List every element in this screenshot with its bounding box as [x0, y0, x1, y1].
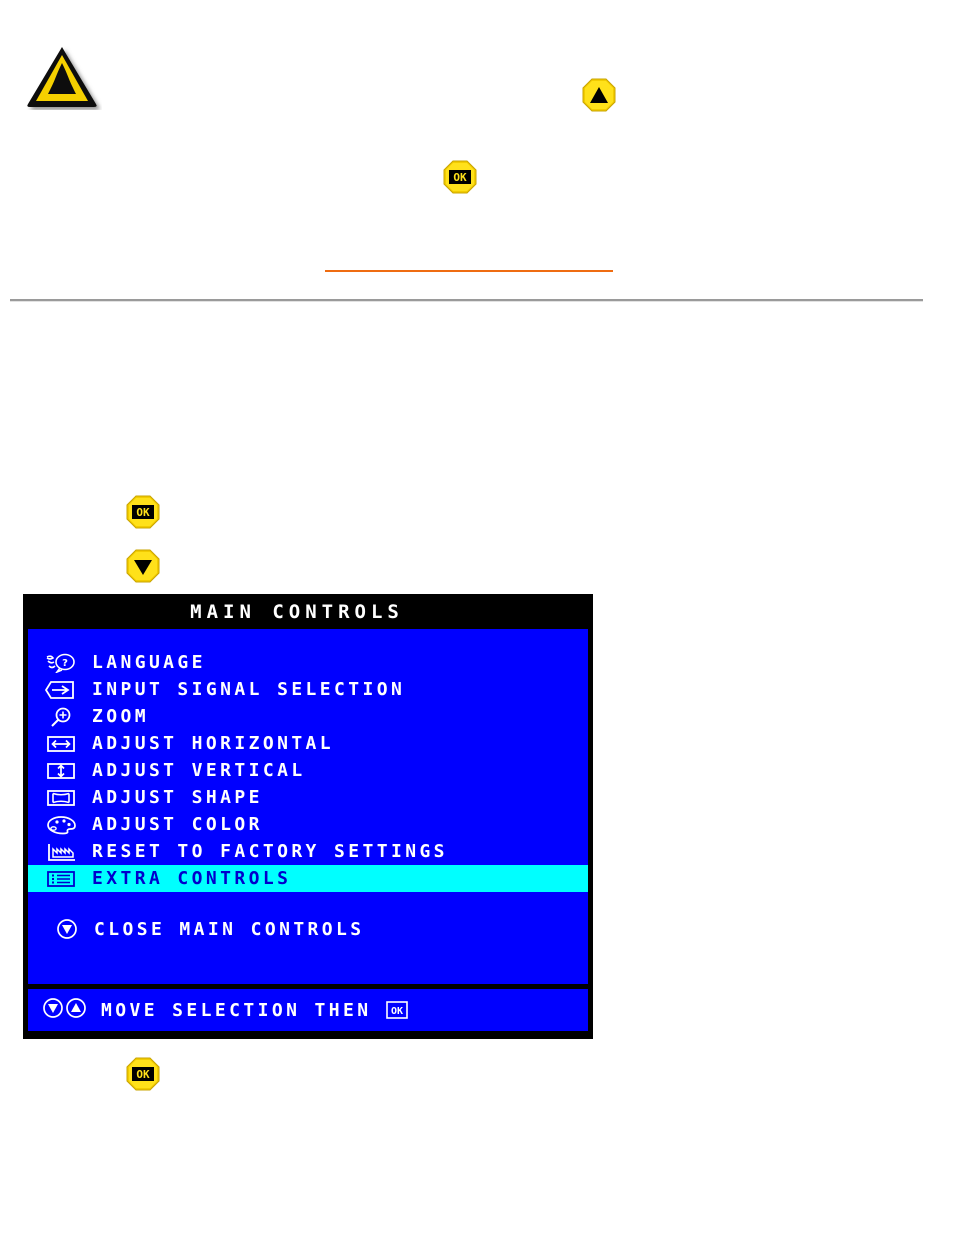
osd-menu-item-adjust-shape[interactable]: ADJUST SHAPE [28, 784, 588, 811]
osd-menu-item-language[interactable]: ? LANGUAGE [28, 649, 588, 676]
osd-menu-list: ? LANGUAGE INPUT SIGNAL SELECTION ZOOM A… [28, 629, 588, 984]
ok-icon: OK [385, 1000, 408, 1020]
factory-reset-icon [42, 841, 80, 863]
osd-menu-item-input-signal-selection[interactable]: INPUT SIGNAL SELECTION [28, 676, 588, 703]
osd-down-button[interactable] [126, 549, 160, 583]
osd-menu-item-extra-controls[interactable]: EXTRA CONTROLS [28, 865, 588, 892]
shape-icon [42, 787, 80, 809]
osd-close-label: CLOSE MAIN CONTROLS [94, 918, 365, 940]
svg-text:OK: OK [136, 506, 150, 519]
horizontal-divider [10, 299, 923, 302]
warning-triangle-icon [26, 44, 102, 110]
osd-menu-item-label: EXTRA CONTROLS [92, 868, 292, 889]
osd-menu-item-label: ADJUST VERTICAL [92, 760, 306, 781]
svg-text:OK: OK [136, 1068, 150, 1081]
down-arrow-icon [42, 997, 64, 1023]
osd-menu-item-zoom[interactable]: ZOOM [28, 703, 588, 730]
osd-ok-button[interactable]: OK [126, 1057, 160, 1091]
osd-menu-item-label: ADJUST HORIZONTAL [92, 733, 335, 754]
osd-ok-button[interactable]: OK [126, 495, 160, 529]
vertical-icon [42, 760, 80, 782]
osd-menu-item-label: ADJUST COLOR [92, 814, 263, 835]
input-signal-icon [42, 679, 80, 701]
osd-menu-item-label: INPUT SIGNAL SELECTION [92, 679, 406, 700]
color-palette-icon [42, 814, 80, 836]
svg-text:OK: OK [453, 171, 467, 184]
osd-menu-item-reset-to-factory-settings[interactable]: RESET TO FACTORY SETTINGS [28, 838, 588, 865]
osd-spacer [28, 892, 588, 914]
osd-menu-item-label: RESET TO FACTORY SETTINGS [92, 841, 448, 862]
orange-link-underline [325, 270, 613, 272]
language-icon: ? [42, 652, 80, 674]
zoom-icon [42, 706, 80, 728]
osd-menu-item-adjust-vertical[interactable]: ADJUST VERTICAL [28, 757, 588, 784]
down-arrow-icon [54, 918, 80, 940]
osd-menu-item-label: LANGUAGE [92, 652, 206, 673]
osd-close-main-controls[interactable]: CLOSE MAIN CONTROLS [28, 914, 588, 944]
up-arrow-icon [65, 997, 87, 1023]
osd-main-controls-panel: MAIN CONTROLS ? LANGUAGE INPUT SIGNAL SE… [23, 594, 593, 1039]
osd-menu-item-label: ADJUST SHAPE [92, 787, 263, 808]
extra-controls-icon [42, 868, 80, 890]
osd-menu-item-label: ZOOM [92, 706, 149, 727]
osd-up-button[interactable] [582, 78, 616, 112]
osd-footer-hint: MOVE SELECTION THEN OK [28, 989, 588, 1031]
osd-title: MAIN CONTROLS [24, 595, 592, 629]
horizontal-icon [42, 733, 80, 755]
osd-ok-button[interactable]: OK [443, 160, 477, 194]
osd-menu-item-adjust-color[interactable]: ADJUST COLOR [28, 811, 588, 838]
svg-text:OK: OK [390, 1006, 402, 1017]
svg-text:?: ? [62, 658, 68, 669]
osd-menu-item-adjust-horizontal[interactable]: ADJUST HORIZONTAL [28, 730, 588, 757]
osd-footer-label: MOVE SELECTION THEN [101, 999, 372, 1021]
